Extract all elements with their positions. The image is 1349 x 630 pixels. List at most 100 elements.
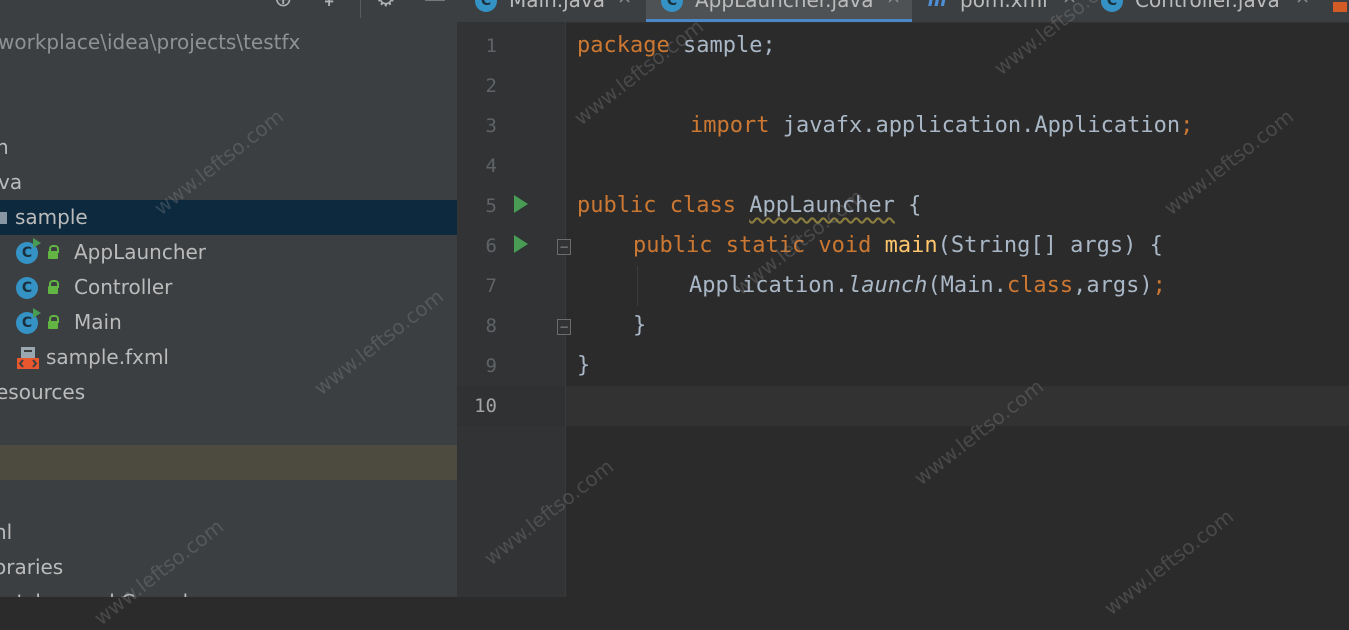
code-text: } bbox=[633, 313, 647, 338]
code-text: (Main. bbox=[927, 273, 1007, 298]
tree-item-label: ratches and Consoles bbox=[0, 585, 211, 597]
collapse-icon[interactable]: ⇞ bbox=[320, 0, 338, 12]
tree-item-sample-package[interactable]: sample bbox=[0, 200, 457, 235]
tree-item-label: nl bbox=[0, 520, 13, 544]
code-line-7[interactable]: Application.launch(Main.class,args); bbox=[689, 266, 1166, 306]
tree-item-sample-fxml[interactable]: sample.fxml bbox=[0, 340, 457, 375]
tree-item-label: Controller bbox=[74, 275, 173, 299]
close-icon[interactable]: × bbox=[1062, 0, 1077, 8]
code-text: ,args) bbox=[1073, 273, 1153, 298]
tree-item-label: n bbox=[0, 135, 9, 159]
tree-item-label: Main bbox=[74, 310, 122, 334]
code-line-1[interactable]: package sample; bbox=[577, 26, 776, 66]
tree-item-highlighted[interactable] bbox=[0, 445, 457, 480]
project-panel: ⊕ ⇞ ⚙ — workplace\idea\projects\testfx n… bbox=[0, 0, 457, 597]
tree-item-label: oraries bbox=[0, 555, 64, 579]
tree-item-resources[interactable]: esources bbox=[0, 375, 457, 410]
tab-controller-java[interactable]: C Controller.java × bbox=[1099, 0, 1329, 22]
line-number: 4 bbox=[485, 155, 497, 177]
tree-item-xml[interactable]: nl bbox=[0, 515, 457, 550]
tree-item-main-class[interactable]: C Main bbox=[0, 305, 457, 340]
code-line-5[interactable]: public class AppLauncher { bbox=[577, 186, 921, 226]
tree-item-label: esources bbox=[0, 380, 86, 404]
fxml-icon bbox=[17, 347, 39, 369]
code-text: sample; bbox=[669, 33, 776, 58]
line-number: 10 bbox=[474, 395, 497, 417]
line-number: 3 bbox=[485, 115, 497, 137]
keyword: import bbox=[690, 113, 770, 138]
tree-item-main[interactable]: n bbox=[0, 130, 457, 165]
code-text: { bbox=[894, 193, 922, 218]
tree-item-label: sample bbox=[15, 205, 88, 229]
code-text: } bbox=[577, 353, 591, 378]
tree-item-java[interactable]: va bbox=[0, 165, 457, 200]
line-number: 6 bbox=[485, 235, 497, 257]
project-path: workplace\idea\projects\testfx bbox=[0, 30, 301, 54]
lock-icon bbox=[48, 245, 59, 259]
code-text: javafx.application.Application bbox=[769, 113, 1181, 138]
class-icon: C bbox=[661, 0, 683, 12]
minimize-icon[interactable]: — bbox=[424, 0, 446, 12]
class-icon: C bbox=[475, 0, 497, 12]
indent-guide bbox=[637, 266, 638, 306]
run-class-icon[interactable] bbox=[514, 195, 528, 213]
editor-tab-bar: C Main.java × C AppLauncher.java × m pom… bbox=[457, 0, 1349, 23]
tab-pom-xml[interactable]: m pom.xml × bbox=[914, 0, 1099, 22]
code-text: (String[] args) { bbox=[937, 233, 1163, 258]
code-line-6[interactable]: public static void main(String[] args) { bbox=[633, 226, 1163, 266]
tree-item-label: AppLauncher bbox=[74, 240, 207, 264]
run-mark-icon bbox=[33, 238, 41, 248]
class-icon: C bbox=[1101, 0, 1123, 12]
method-call: launch bbox=[847, 273, 928, 298]
semicolon: ; bbox=[1152, 273, 1166, 298]
keyword: public class bbox=[577, 193, 736, 218]
class-name: AppLauncher bbox=[749, 193, 895, 218]
tree-item-libraries[interactable]: oraries bbox=[0, 550, 457, 585]
code-line-3[interactable]: import javafx.application.Application; bbox=[690, 106, 1193, 146]
maven-icon: m bbox=[927, 0, 947, 11]
line-number: 9 bbox=[485, 355, 497, 377]
tab-main-java[interactable]: C Main.java × bbox=[457, 0, 644, 22]
tab-label: Controller.java bbox=[1135, 0, 1280, 12]
package-icon bbox=[0, 212, 7, 224]
lock-icon bbox=[48, 280, 59, 294]
tree-item-label: l bbox=[0, 480, 2, 515]
toolbar-divider bbox=[360, 0, 361, 18]
fold-icon[interactable]: − bbox=[557, 239, 571, 255]
fold-icon[interactable]: − bbox=[557, 319, 571, 335]
code-line-9[interactable]: } bbox=[577, 346, 590, 386]
target-icon[interactable]: ⊕ bbox=[274, 0, 292, 12]
current-line-highlight bbox=[566, 386, 1349, 426]
close-icon[interactable]: × bbox=[886, 0, 901, 8]
tab-label: AppLauncher.java bbox=[695, 0, 874, 12]
lock-icon bbox=[48, 315, 59, 329]
notification-marker[interactable] bbox=[1333, 2, 1347, 12]
tree-item-iml[interactable]: l bbox=[0, 480, 457, 515]
project-toolbar: ⊕ ⇞ ⚙ — bbox=[0, 0, 457, 20]
tree-item-applauncher[interactable]: C AppLauncher bbox=[0, 235, 457, 270]
code-editor: C Main.java × C AppLauncher.java × m pom… bbox=[457, 0, 1349, 597]
line-number: 2 bbox=[485, 75, 497, 97]
tree-item-scratches[interactable]: ratches and Consoles bbox=[0, 585, 457, 597]
line-number: 8 bbox=[485, 315, 497, 337]
line-number: 1 bbox=[485, 35, 497, 57]
code-text: Application. bbox=[689, 273, 848, 298]
tab-label: pom.xml bbox=[960, 0, 1048, 12]
keyword: public static void bbox=[633, 233, 872, 258]
tab-label: Main.java bbox=[509, 0, 606, 12]
class-icon: C bbox=[16, 277, 38, 299]
semicolon: ; bbox=[1180, 113, 1194, 138]
run-main-icon[interactable] bbox=[514, 235, 528, 253]
tab-applauncher-java[interactable]: C AppLauncher.java × bbox=[646, 0, 912, 22]
line-number: 5 bbox=[485, 195, 497, 217]
run-mark-icon bbox=[33, 308, 41, 318]
close-icon[interactable]: × bbox=[617, 0, 632, 8]
keyword: class bbox=[1006, 273, 1074, 298]
tree-item-label: sample.fxml bbox=[46, 345, 169, 369]
code-line-8[interactable]: } bbox=[633, 306, 646, 346]
keyword: package bbox=[577, 33, 670, 58]
tree-item-controller[interactable]: C Controller bbox=[0, 270, 457, 305]
close-icon[interactable]: × bbox=[1295, 0, 1310, 8]
line-number: 7 bbox=[485, 275, 497, 297]
gear-icon[interactable]: ⚙ bbox=[376, 0, 396, 12]
